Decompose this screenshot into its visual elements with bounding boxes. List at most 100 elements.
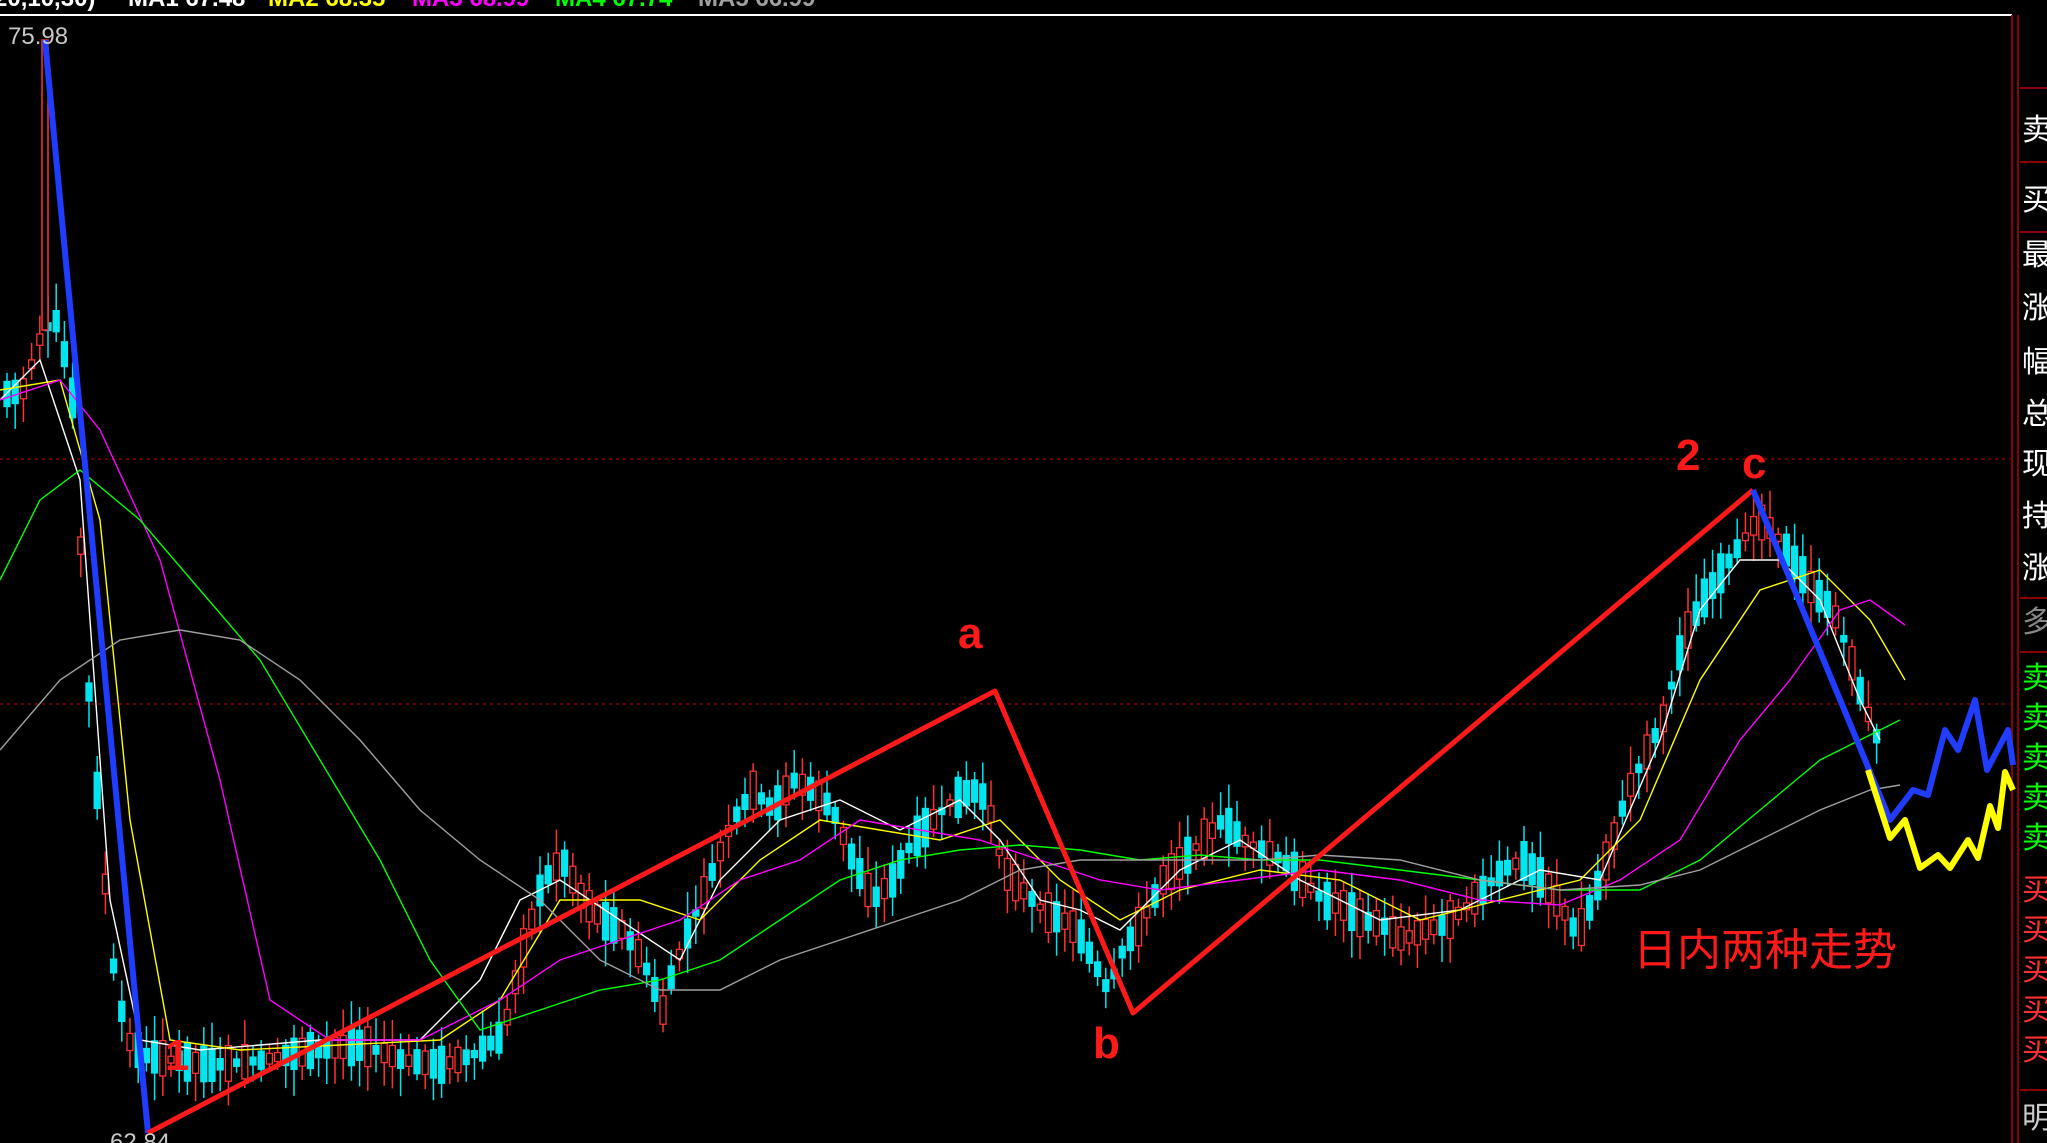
candle-up (1044, 892, 1053, 934)
candle-down (249, 1056, 257, 1066)
ma1-legend: MA1 67.48 (128, 0, 245, 12)
candle-up (1003, 857, 1012, 891)
candle-up (36, 333, 44, 346)
candle-up (864, 872, 872, 908)
candle-down (1733, 539, 1741, 559)
side-panel-glyph: 多 (2022, 605, 2047, 640)
candle-up (1577, 908, 1586, 947)
candle-down (1126, 926, 1135, 952)
wave-blue-decline-line (42, 39, 151, 1134)
candle-down (437, 1045, 446, 1084)
candle-up (1389, 916, 1397, 949)
side-panel-glyph: 买 (2022, 913, 2047, 948)
candle-down (93, 771, 101, 810)
candle-up (749, 770, 757, 810)
candle-up (1807, 570, 1815, 604)
candle-up (1192, 843, 1200, 851)
side-panel-glyph: 现 (2022, 447, 2047, 482)
candle-down (200, 1045, 208, 1083)
candle-up (101, 873, 110, 895)
candle-up (1397, 926, 1405, 951)
side-panel-glyph: 卖 (2022, 661, 2047, 696)
candle-down (1102, 979, 1110, 993)
candle-up (593, 904, 602, 925)
candle-down (1520, 841, 1528, 881)
ma3-legend: MA3 68.99 (412, 0, 529, 12)
candle-down (1290, 851, 1299, 892)
candle-down (642, 962, 651, 976)
candle-down (1438, 914, 1446, 936)
candle-down (1585, 895, 1594, 921)
candle-down (109, 958, 118, 974)
candle-up (1036, 903, 1044, 911)
ma4-legend: MA4 67.74 (555, 0, 673, 12)
candle-down (790, 772, 798, 789)
candle-down (921, 807, 930, 848)
candle-down (60, 341, 69, 368)
candle-up (880, 877, 889, 900)
candle-up (1020, 882, 1028, 900)
side-panel-glyph: 卖 (2022, 701, 2047, 736)
candle-up (1167, 853, 1176, 891)
ma-legend: 20,10,30) MA1 67.48 MA2 68.35 MA3 68.99 … (0, 0, 815, 12)
candle-down (52, 309, 60, 333)
candle-down (708, 863, 716, 881)
side-panel-glyph: 持 (2022, 499, 2047, 534)
side-panel-glyph: 买 (2022, 953, 2047, 988)
candle-down (396, 1049, 405, 1070)
candle-up (716, 841, 725, 862)
ma-legend-prefix: 20,10,30) (0, 0, 95, 12)
candle-up (1356, 898, 1364, 938)
candle-down (85, 682, 93, 702)
side-panel-glyph: 买 (2022, 1033, 2047, 1068)
candle-down (1594, 870, 1602, 901)
candle-down (1618, 800, 1627, 817)
candle-up (380, 1042, 388, 1064)
candle-up (1430, 919, 1438, 936)
candle-down (1225, 807, 1233, 844)
candle-up (1339, 890, 1348, 921)
side-panel-glyph: 涨 (2022, 291, 2047, 326)
candle-down (1216, 815, 1225, 830)
candle-down (979, 783, 987, 810)
candle-down (847, 843, 856, 870)
candle-down (1676, 635, 1684, 671)
candle-down (1635, 763, 1643, 774)
candle-down (1118, 945, 1126, 959)
candle-up (446, 1056, 454, 1070)
ma5-legend: MA5 66.99 (698, 0, 815, 12)
candle-down (1085, 941, 1094, 964)
ma4-line (0, 469, 1901, 1031)
candle-down (897, 850, 905, 879)
candle-down (1274, 851, 1282, 864)
candle-down (1700, 578, 1709, 618)
candle-up (388, 1044, 397, 1068)
candle-down (1093, 961, 1102, 978)
moving-average-lines (0, 358, 1906, 1051)
side-panel-glyph: 买 (2022, 183, 2047, 218)
candle-up (339, 1034, 347, 1060)
candle-up (634, 939, 643, 968)
candle-down (733, 806, 741, 823)
candle-up (421, 1050, 429, 1076)
wave-label-1: 1 (165, 1031, 189, 1080)
candle-up (1143, 906, 1151, 919)
candle-up (1011, 863, 1020, 902)
candle-down (757, 792, 766, 805)
candlesticks (3, 39, 1881, 1106)
candle-up (1175, 846, 1184, 880)
candle-down (872, 886, 880, 908)
candle-down (142, 1047, 151, 1064)
candle-down (905, 842, 913, 854)
wave-label-2: 2 (1676, 431, 1700, 480)
candle-down (413, 1049, 421, 1075)
wave-label-c: c (1742, 439, 1766, 488)
candle-up (224, 1045, 233, 1082)
candle-up (77, 536, 85, 555)
candle-down (118, 1000, 126, 1023)
candle-down (1725, 553, 1733, 569)
candle-down (232, 1058, 241, 1067)
candle-down (1323, 881, 1331, 921)
side-panel-glyph: 幅 (2022, 345, 2047, 380)
candle-up (1069, 910, 1077, 944)
